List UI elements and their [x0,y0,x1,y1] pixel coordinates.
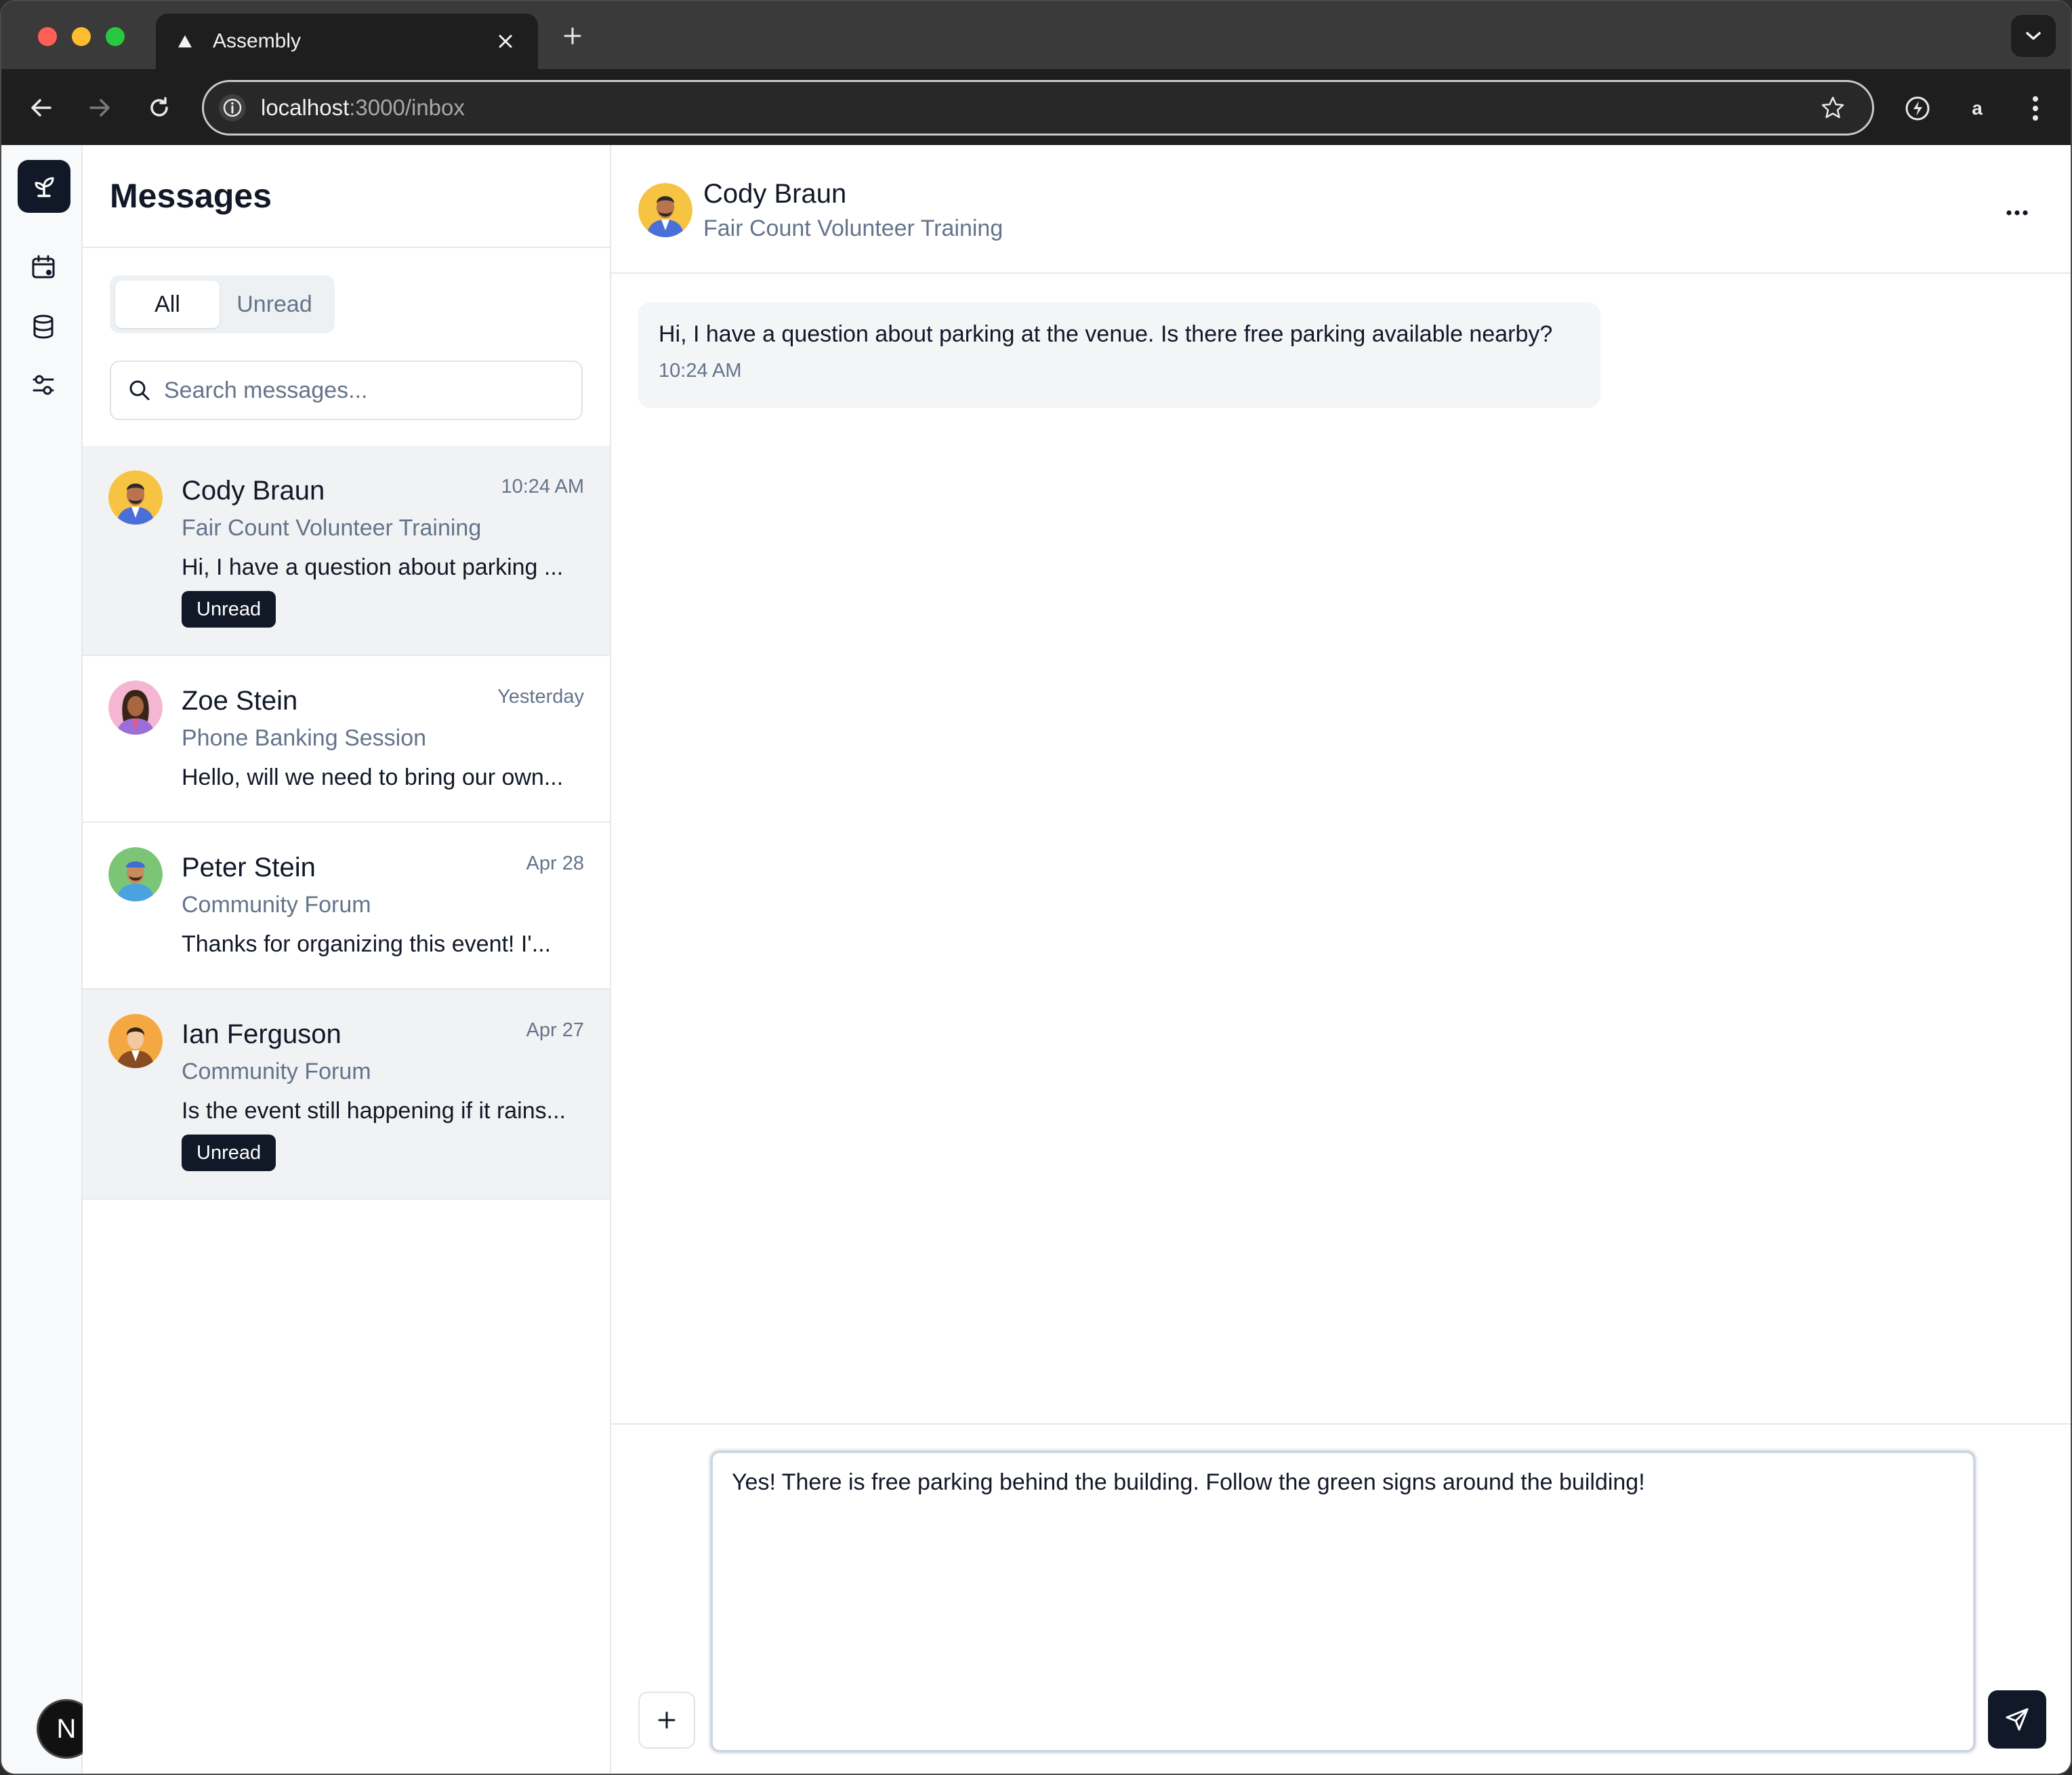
avatar [638,183,692,237]
avatar [108,1014,163,1068]
conversation-name: Cody Braun [182,476,325,506]
conversation-event: Community Forum [182,1059,371,1084]
message-input[interactable]: Yes! There is free parking behind the bu… [710,1450,1976,1753]
thread-header: Cody Braun Fair Count Volunteer Training [611,145,2071,274]
extension-a-icon[interactable]: a [1961,92,1993,125]
tab-search-chevron-icon[interactable] [2011,15,2056,57]
close-tab-icon[interactable] [492,28,519,55]
bookmark-star-icon[interactable] [1818,93,1848,123]
search-box [110,361,583,420]
app-logo-sprout-icon[interactable] [18,160,70,213]
conversation-preview: Hello, will we need to bring our own... [182,764,564,790]
more-options-icon[interactable] [2000,199,2034,226]
address-bar[interactable]: localhost:3000/inbox [202,80,1874,136]
url-path: :3000/inbox [349,95,465,120]
app-content: N Messages All Unread Cody Brau [1,145,2071,1774]
conversation-time: Apr 28 [526,853,584,874]
calendar-icon[interactable] [27,251,60,283]
extension-bolt-icon[interactable] [1901,92,1934,125]
browser-toolbar: localhost:3000/inbox [1,69,2071,145]
send-icon[interactable] [1988,1690,2046,1749]
browser-window: Assembly localhost:3000/inbox a N Messag… [0,0,2072,1775]
close-window-button[interactable] [38,27,57,46]
avatar [108,847,163,901]
thread-panel: Cody Braun Fair Count Volunteer Training… [611,145,2071,1774]
browser-menu-icon[interactable] [2019,92,2052,125]
status-badge: Unread [182,591,276,628]
conversation-event: Community Forum [182,892,371,918]
site-info-icon[interactable] [219,94,246,121]
conversation-name: Peter Stein [182,853,316,882]
url-host: localhost [261,95,350,120]
search-icon [126,377,153,404]
list-header: Messages [83,145,610,248]
conversation-name: Zoe Stein [182,686,298,716]
avatar [108,680,163,735]
tab-unread[interactable]: Unread [220,281,329,328]
zoom-window-button[interactable] [106,27,125,46]
message-time: 10:24 AM [659,360,742,382]
message-bubble: Hi, I have a question about parking at t… [638,302,1600,408]
tab-all[interactable]: All [115,281,220,328]
message-text: Hi, I have a question about parking at t… [659,321,1553,347]
avatar [108,470,163,525]
thread-contact-name: Cody Braun [703,179,847,209]
triangle-logo-icon [175,31,195,52]
conversation-list-panel: Messages All Unread Cody Braun 10:24 AM … [83,145,611,1774]
browser-tab[interactable]: Assembly [156,14,538,69]
svg-text:a: a [1972,98,1983,119]
forward-arrow-icon[interactable] [83,91,117,125]
conversation-item[interactable]: Zoe Stein Yesterday Phone Banking Sessio… [83,656,610,823]
back-arrow-icon[interactable] [24,91,58,125]
conversation-item[interactable]: Ian Ferguson Apr 27 Community Forum Is t… [83,989,610,1200]
minimize-window-button[interactable] [72,27,91,46]
conversation-time: Apr 27 [526,1019,584,1041]
conversation-event: Fair Count Volunteer Training [182,515,482,541]
thread-event-name: Fair Count Volunteer Training [703,216,1003,241]
message-composer: Yes! There is free parking behind the bu… [611,1423,2071,1774]
conversation-preview: Is the event still happening if it rains… [182,1098,566,1124]
conversation-time: Yesterday [497,686,584,708]
conversation-time: 10:24 AM [501,476,584,497]
nav-rail: N [1,145,96,1774]
database-icon[interactable] [27,310,60,343]
conversation-name: Ian Ferguson [182,1019,341,1049]
conversation-preview: Hi, I have a question about parking ... [182,554,564,580]
tab-strip: Assembly [1,1,2071,69]
url-text: localhost:3000/inbox [261,95,1818,121]
search-input[interactable] [164,377,571,404]
tab-title: Assembly [213,30,302,52]
status-badge: Unread [182,1135,276,1171]
filter-tabs: All Unread [110,275,335,333]
page-title: Messages [110,177,272,215]
new-tab-icon[interactable] [558,22,587,50]
settings-sliders-icon[interactable] [27,369,60,401]
conversation-item[interactable]: Peter Stein Apr 28 Community Forum Thank… [83,823,610,989]
conversation-item[interactable]: Cody Braun 10:24 AM Fair Count Volunteer… [83,446,610,656]
conversation-event: Phone Banking Session [182,725,427,751]
conversation-preview: Thanks for organizing this event! I'... [182,931,552,957]
reload-icon[interactable] [142,91,176,125]
attach-plus-icon[interactable] [638,1692,695,1749]
